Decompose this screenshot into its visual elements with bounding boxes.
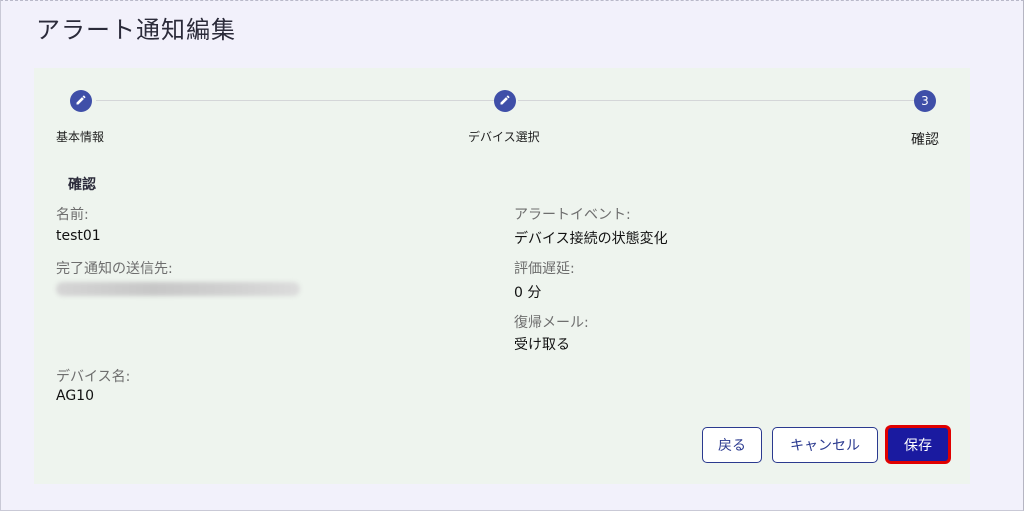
pencil-icon	[75, 94, 87, 109]
section-title: 確認	[68, 177, 96, 193]
name-label: 名前:	[56, 207, 89, 223]
step-connector	[518, 100, 914, 101]
step-2-label: デバイス選択	[468, 130, 540, 144]
alert-event-value: デバイス接続の状態変化	[514, 231, 668, 247]
step-3-label: 確認	[911, 132, 939, 148]
back-button[interactable]: 戻る	[702, 427, 762, 463]
device-name-label: デバイス名:	[56, 369, 131, 385]
stepper: 基本情報 デバイス選択 3 確認	[0, 0, 1024, 160]
recovery-mail-label: 復帰メール:	[514, 315, 589, 331]
name-value: test01	[56, 228, 101, 244]
step-3-indicator: 3	[914, 90, 936, 112]
recovery-mail-value: 受け取る	[514, 337, 570, 353]
cancel-button[interactable]: キャンセル	[772, 427, 878, 463]
step-1-indicator[interactable]	[70, 90, 92, 112]
notify-recipient-label: 完了通知の送信先:	[56, 261, 173, 277]
step-2-indicator[interactable]	[494, 90, 516, 112]
eval-delay-value: 0 分	[514, 285, 542, 301]
step-1-label: 基本情報	[56, 130, 105, 144]
alert-event-label: アラートイベント:	[514, 207, 631, 223]
save-button[interactable]: 保存	[886, 426, 950, 463]
notify-recipient-value-redacted	[56, 282, 300, 296]
step-connector	[96, 100, 494, 101]
pencil-icon	[499, 94, 511, 109]
eval-delay-label: 評価遅延:	[514, 261, 575, 277]
device-name-value: AG10	[56, 388, 94, 404]
